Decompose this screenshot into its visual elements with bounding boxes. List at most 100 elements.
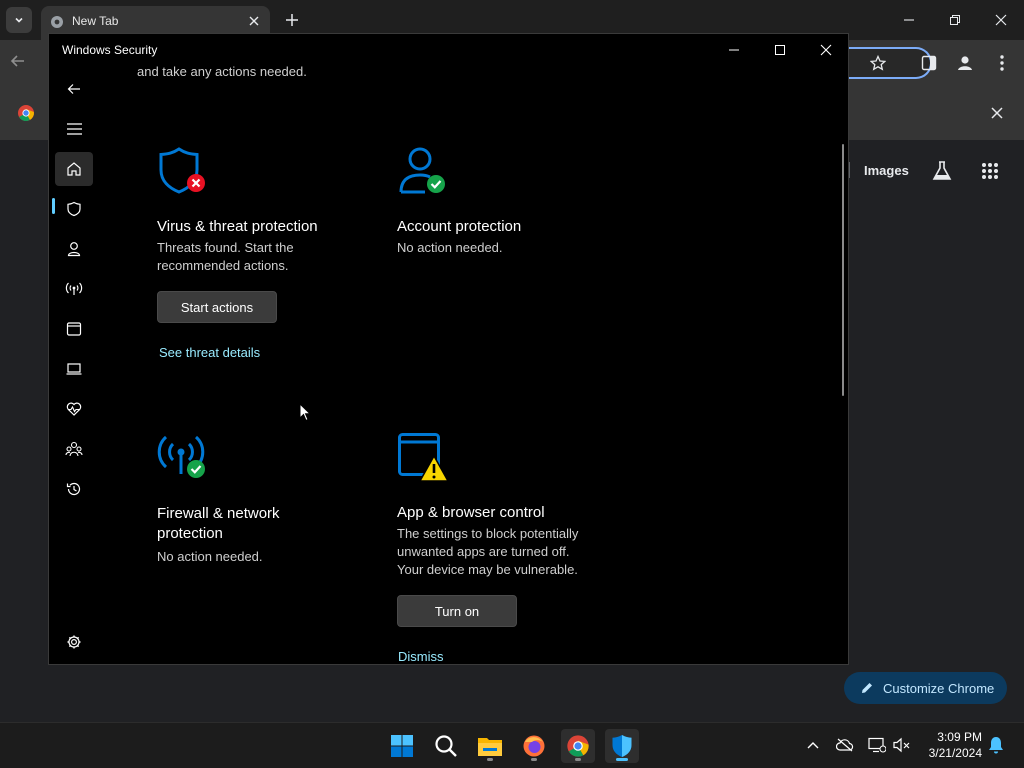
scrollbar[interactable] — [842, 144, 844, 396]
virus-card-title: Virus & threat protection — [157, 218, 318, 235]
nav-menu-button[interactable] — [55, 112, 93, 146]
chevron-up-icon — [807, 742, 819, 749]
chrome-close-button[interactable] — [989, 8, 1013, 32]
nav-virus-protection[interactable] — [55, 192, 93, 226]
account-ok-icon — [399, 147, 445, 194]
notifications-button[interactable] — [986, 735, 1006, 755]
nav-family-options[interactable] — [55, 432, 93, 466]
nav-firewall[interactable] — [55, 272, 93, 306]
maximize-icon — [775, 45, 785, 55]
firefox-button[interactable] — [517, 729, 551, 763]
history-icon — [66, 482, 81, 496]
ws-close-button[interactable] — [811, 38, 841, 62]
volume-muted-icon — [893, 737, 910, 753]
settings-gear-icon — [67, 635, 81, 649]
nav-back-button[interactable] — [55, 72, 93, 106]
infobar-close-icon[interactable] — [991, 107, 1003, 119]
app-browser-card: App & browser control The settings to bl… — [397, 432, 627, 664]
chrome-logo-icon — [567, 735, 589, 757]
restore-icon — [950, 15, 960, 25]
firefox-icon — [523, 735, 545, 757]
network-tray-button[interactable] — [867, 735, 887, 755]
dismiss-link[interactable]: Dismiss — [398, 649, 627, 664]
laptop-icon — [66, 363, 82, 375]
pencil-icon — [862, 683, 872, 693]
turn-on-button[interactable]: Turn on — [397, 595, 517, 627]
start-button[interactable] — [385, 729, 419, 763]
see-threat-details-link[interactable]: See threat details — [159, 345, 387, 360]
minimize-icon — [904, 19, 914, 21]
hamburger-menu-icon — [66, 123, 82, 135]
navigation-rail — [49, 70, 97, 664]
app-browser-icon — [66, 322, 82, 336]
running-indicator — [531, 758, 537, 761]
virus-threat-card: Virus & threat protection Threats found.… — [157, 146, 387, 360]
folder-icon — [478, 738, 502, 756]
app-card-description: The settings to block potentially unwant… — [397, 526, 579, 577]
notification-bell-icon — [989, 737, 1003, 754]
nav-device-performance[interactable] — [55, 392, 93, 426]
window-title: Windows Security — [62, 43, 158, 57]
active-indicator — [616, 758, 628, 761]
file-explorer-button[interactable] — [473, 729, 507, 763]
customize-chrome-button[interactable]: Customize Chrome — [844, 672, 1007, 704]
family-icon — [65, 441, 83, 457]
tab-close-icon[interactable] — [246, 13, 262, 29]
virus-card-description: Threats found. Start the recommended act… — [157, 240, 294, 273]
chrome-restore-button[interactable] — [943, 8, 967, 32]
firewall-card-description: No action needed. — [157, 549, 263, 564]
nav-account-protection[interactable] — [55, 232, 93, 266]
firewall-ok-icon — [157, 435, 205, 478]
show-hidden-icons-button[interactable] — [803, 735, 823, 755]
new-tab-button[interactable] — [281, 9, 303, 31]
chrome-minimize-button[interactable] — [897, 8, 921, 32]
wireless-icon — [65, 282, 83, 295]
security-shield-icon — [612, 735, 632, 757]
side-panel-icon[interactable] — [921, 55, 937, 76]
volume-tray-button[interactable] — [892, 735, 912, 755]
network-icon — [868, 737, 886, 753]
account-card-title: Account protection — [397, 218, 522, 235]
running-indicator — [575, 758, 581, 761]
nav-device-security[interactable] — [55, 352, 93, 386]
cloud-offline-icon — [836, 738, 854, 752]
shield-icon — [67, 201, 81, 217]
mouse-cursor-icon — [299, 403, 311, 422]
chrome-taskbar-button[interactable] — [561, 729, 595, 763]
close-icon — [995, 14, 1007, 26]
plus-icon — [286, 14, 298, 26]
windows-security-taskbar-button[interactable] — [605, 729, 639, 763]
taskbar: 3:09 PM 3/21/2024 — [0, 722, 1024, 768]
nav-protection-history[interactable] — [55, 472, 93, 506]
chevron-down-icon — [15, 17, 23, 23]
profile-avatar-icon[interactable] — [956, 54, 974, 77]
chrome-favicon-icon — [51, 16, 63, 28]
heart-pulse-icon — [66, 402, 82, 416]
running-indicator — [487, 758, 493, 761]
ws-minimize-button[interactable] — [719, 38, 749, 62]
back-arrow-icon[interactable] — [10, 53, 26, 74]
windows-security-window: Windows Security and take any actions ne… — [48, 33, 849, 665]
labs-flask-icon[interactable] — [931, 160, 953, 187]
google-apps-icon[interactable] — [981, 162, 999, 185]
search-button[interactable] — [429, 729, 463, 763]
tab-search-button[interactable] — [6, 7, 32, 33]
start-actions-button[interactable]: Start actions — [157, 291, 277, 323]
clock-date: 3/21/2024 — [928, 746, 982, 760]
nav-home[interactable] — [55, 152, 93, 186]
nav-app-browser-control[interactable] — [55, 312, 93, 346]
onedrive-tray-button[interactable] — [835, 735, 855, 755]
nav-settings[interactable] — [55, 625, 93, 659]
app-browser-warning-icon — [398, 433, 449, 482]
intro-text: and take any actions needed. — [137, 64, 307, 79]
windows-logo-icon — [391, 735, 413, 757]
firewall-card-title: Firewall & network protection — [157, 505, 280, 542]
bookmark-star-icon[interactable] — [870, 55, 886, 71]
tab-title: New Tab — [72, 14, 119, 28]
clock[interactable]: 3:09 PM 3/21/2024 — [922, 729, 982, 761]
chrome-menu-icon[interactable] — [994, 54, 1010, 77]
ws-maximize-button[interactable] — [765, 38, 795, 62]
images-link[interactable]: Images — [864, 163, 909, 178]
chrome-logo-icon — [18, 105, 34, 121]
omnibox[interactable] — [848, 47, 932, 79]
